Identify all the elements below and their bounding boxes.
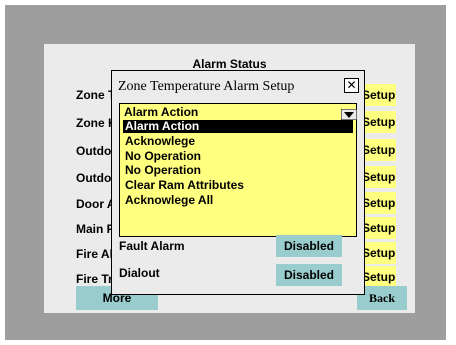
option-no-operation-2[interactable]: No Operation: [123, 164, 353, 177]
option-acknowlege[interactable]: Acknowlege: [123, 135, 353, 148]
fault-alarm-toggle-button[interactable]: Disabled: [276, 235, 342, 257]
dialout-label: Dialout: [119, 266, 160, 280]
fault-alarm-label: Fault Alarm: [119, 239, 185, 253]
option-clear-ram-attributes[interactable]: Clear Ram Attributes: [123, 179, 353, 192]
alarm-setup-dialog: Zone Temperature Alarm Setup ✕ Alarm Act…: [111, 70, 365, 295]
option-alarm-action[interactable]: Alarm Action: [123, 120, 353, 133]
dropdown-selected-value: Alarm Action: [124, 105, 199, 119]
setup-button-fire-trouble[interactable]: Setup: [362, 266, 396, 288]
chevron-down-icon[interactable]: [340, 107, 358, 121]
setup-button-fire-alarm[interactable]: Setup: [362, 242, 396, 264]
setup-button-outdoor-humidity[interactable]: Setup: [362, 166, 396, 188]
dialout-toggle-button[interactable]: Disabled: [276, 264, 342, 286]
setup-button-door-alarm[interactable]: Setup: [362, 192, 396, 214]
setup-button-main-power[interactable]: Setup: [362, 217, 396, 239]
dialog-title: Zone Temperature Alarm Setup: [118, 79, 295, 94]
setup-button-zone-humidity[interactable]: Setup: [362, 111, 396, 133]
setup-button-outdoor-temperature[interactable]: Setup: [362, 139, 396, 161]
close-icon[interactable]: ✕: [344, 78, 359, 93]
option-no-operation[interactable]: No Operation: [123, 150, 353, 163]
page-title: Alarm Status: [192, 57, 267, 71]
option-acknowlege-all[interactable]: Acknowlege All: [123, 194, 353, 207]
setup-button-zone-temperature[interactable]: Setup: [362, 84, 396, 106]
alarm-action-dropdown[interactable]: Alarm Action Alarm Action Acknowlege No …: [119, 103, 358, 237]
